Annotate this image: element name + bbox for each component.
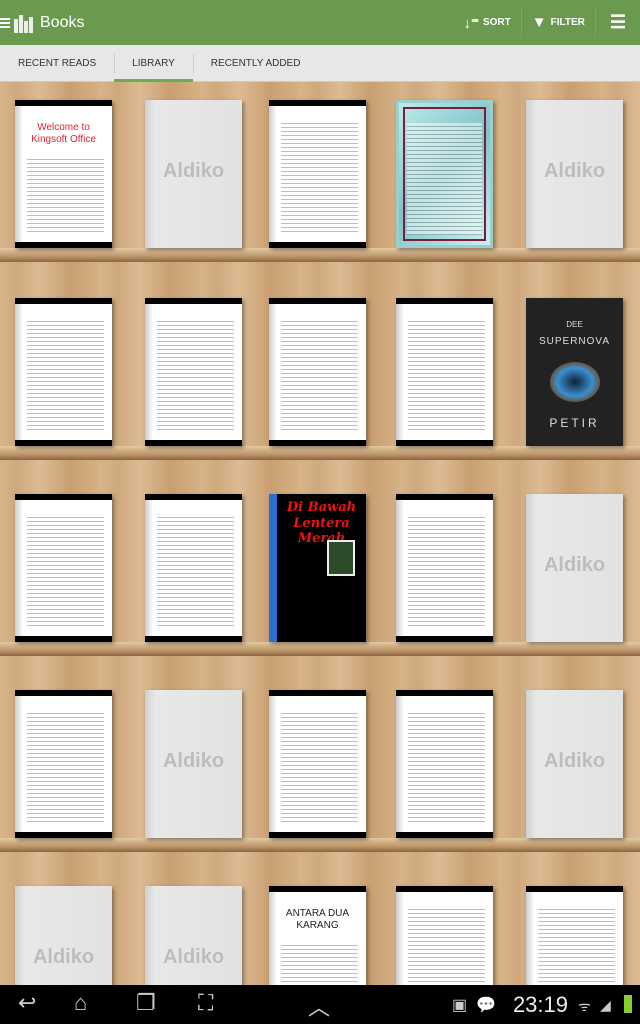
page-text-lines	[157, 514, 234, 626]
action-bar: Books ↓⁼ SORT ▼ FILTER ☰	[0, 0, 640, 45]
book-cover[interactable]	[269, 100, 366, 248]
page-text-lines	[157, 318, 234, 430]
page-title: Books	[40, 13, 85, 31]
shelf-board	[0, 446, 640, 460]
book-cover[interactable]	[269, 690, 366, 838]
shelf-board	[0, 838, 640, 852]
recent-apps-icon[interactable]: ❐	[136, 990, 156, 1016]
book-cover[interactable]	[15, 494, 112, 642]
page-text-lines	[27, 156, 104, 232]
book-cover[interactable]	[396, 494, 493, 642]
aldiko-placeholder-logo: Aldiko	[162, 160, 225, 182]
page-text-lines	[408, 514, 485, 626]
sort-icon: ↓⁼	[463, 14, 479, 32]
book-cover[interactable]: Aldiko	[526, 494, 623, 642]
aldiko-placeholder-logo: Aldiko	[32, 946, 95, 968]
chat-notification-icon: 💬	[476, 997, 496, 1014]
page-text-lines	[408, 906, 485, 985]
aldiko-placeholder-logo: Aldiko	[162, 946, 225, 968]
aldiko-placeholder-logo: Aldiko	[543, 554, 606, 576]
sort-button[interactable]: ↓⁼ SORT	[454, 7, 522, 38]
list-view-button[interactable]: ☰	[596, 8, 640, 38]
aldiko-placeholder-logo: Aldiko	[543, 750, 606, 772]
filter-icon: ▼	[531, 14, 547, 31]
bookshelf: Welcome to Kingsoft Office Aldiko Aldiko DE…	[0, 82, 640, 985]
book-cover[interactable]: Aldiko	[526, 690, 623, 838]
clock: 23:19	[512, 992, 568, 1017]
tab-recent-reads[interactable]: RECENT READS	[0, 45, 114, 82]
book-cover[interactable]	[145, 494, 242, 642]
book-cover[interactable]: Aldiko	[526, 100, 623, 248]
page-text-lines	[407, 123, 482, 235]
tab-bar: RECENT READS LIBRARY RECENTLY ADDED	[0, 45, 640, 83]
page-text-lines	[538, 906, 615, 985]
page-text-lines	[408, 710, 485, 822]
page-text-lines	[27, 514, 104, 626]
wifi-icon: ᯤ	[578, 998, 591, 1014]
book-title: Welcome to Kingsoft Office	[31, 122, 96, 145]
gallery-notification-icon: ▣	[452, 997, 468, 1014]
book-cover[interactable]	[396, 298, 493, 446]
book-cover[interactable]	[15, 690, 112, 838]
book-cover[interactable]	[15, 298, 112, 446]
page-text-lines	[281, 120, 358, 232]
book-title: SUPERNOVA	[538, 335, 611, 347]
shelf-board	[0, 642, 640, 656]
list-icon: ☰	[609, 12, 626, 32]
page-text-lines	[408, 318, 485, 430]
page-text-lines	[281, 942, 358, 985]
book-cover[interactable]: Di Bawah Lentera Merah	[269, 494, 366, 642]
home-icon[interactable]: ⌂	[74, 990, 87, 1016]
book-cover[interactable]	[269, 298, 366, 446]
book-cover[interactable]: Welcome to Kingsoft Office	[15, 100, 112, 248]
page-text-lines	[281, 318, 358, 430]
cover-thumbnail	[327, 540, 355, 576]
tab-recently-added[interactable]: RECENTLY ADDED	[192, 45, 319, 82]
filter-button[interactable]: ▼ FILTER	[522, 7, 596, 38]
book-cover[interactable]	[396, 100, 493, 248]
book-author: DEE	[566, 320, 583, 329]
shelf-board	[0, 248, 640, 262]
aldiko-placeholder-logo: Aldiko	[162, 750, 225, 772]
battery-icon	[624, 995, 632, 1013]
eye-artwork	[549, 361, 600, 402]
chevron-up-icon[interactable]: ︿	[308, 990, 330, 1022]
back-icon[interactable]: ↩	[18, 990, 36, 1016]
books-app-icon[interactable]	[14, 13, 36, 33]
book-cover[interactable]: Aldiko	[145, 690, 242, 838]
book-cover[interactable]	[396, 690, 493, 838]
book-subtitle: PETIR	[549, 415, 600, 430]
book-cover[interactable]: ANTARA DUA KARANG	[269, 886, 366, 985]
book-cover[interactable]	[396, 886, 493, 985]
book-cover[interactable]: Aldiko	[145, 100, 242, 248]
book-cover[interactable]	[145, 298, 242, 446]
page-text-lines	[27, 710, 104, 822]
aldiko-placeholder-logo: Aldiko	[543, 160, 606, 182]
page-text-lines	[27, 318, 104, 430]
tab-library[interactable]: LIBRARY	[114, 45, 193, 83]
book-cover[interactable]	[526, 886, 623, 985]
book-cover[interactable]: Aldiko	[15, 886, 112, 985]
book-title: ANTARA DUA KARANG	[285, 908, 350, 931]
book-cover[interactable]: Aldiko	[145, 886, 242, 985]
signal-icon: ◢	[600, 997, 611, 1013]
system-nav-bar: ↩ ⌂ ❐ ⛶ ︿ ▣ 💬 23:19 ᯤ ◢	[0, 985, 640, 1024]
page-text-lines	[281, 710, 358, 822]
drawer-menu-icon[interactable]	[0, 17, 10, 28]
book-cover[interactable]: DEE SUPERNOVA PETIR	[526, 298, 623, 446]
screenshot-icon[interactable]: ⛶	[198, 990, 213, 1016]
